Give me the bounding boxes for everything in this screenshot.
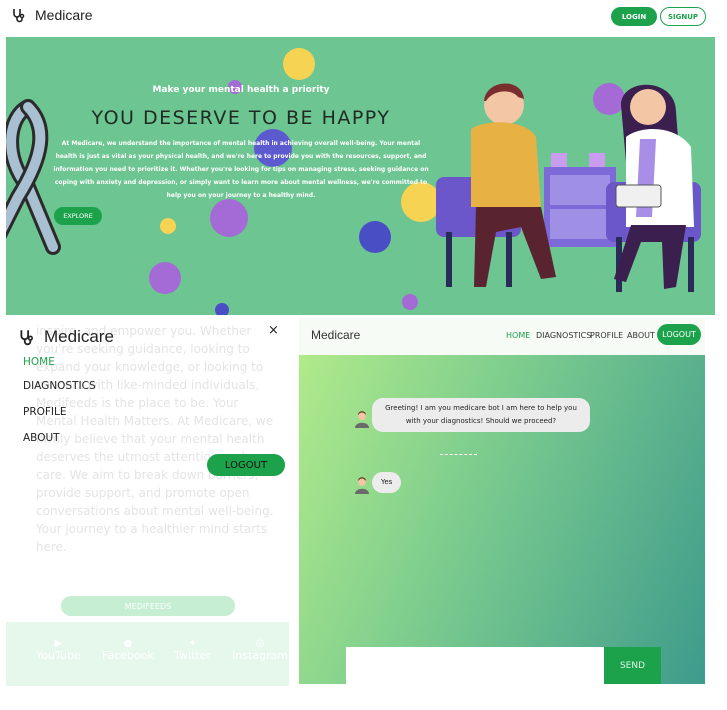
user-avatar-icon	[355, 477, 369, 494]
brand-logo[interactable]: Medicare	[11, 7, 93, 23]
facebook-icon: ●	[123, 638, 133, 649]
decor-dot	[149, 262, 181, 294]
decor-dot	[359, 221, 391, 253]
explore-button[interactable]: EXPLORE	[54, 207, 102, 225]
medifeeds-button: MEDIFEEDS	[61, 596, 235, 616]
chat-navbar: Medicare HOME DIAGNOSTICS PROFILE ABOUT …	[299, 318, 705, 355]
counseling-illustration	[436, 83, 701, 292]
decor-dot	[210, 199, 248, 237]
chat-panel: Medicare HOME DIAGNOSTICS PROFILE ABOUT …	[299, 318, 705, 684]
mobile-menu-panel: inspire, and empower you. Whether you're…	[6, 318, 289, 686]
close-menu-icon[interactable]: ×	[268, 323, 279, 338]
send-button[interactable]: SEND	[604, 647, 661, 684]
hero-subtitle: Make your mental health a priority	[152, 85, 330, 95]
chat-brand[interactable]: Medicare	[311, 328, 360, 342]
signup-button[interactable]: SIGNUP	[660, 7, 706, 26]
stethoscope-icon	[13, 9, 25, 23]
nav-about[interactable]: ABOUT	[627, 331, 655, 340]
faded-background-text: inspire, and empower you. Whether you're…	[36, 324, 274, 554]
bot-avatar-icon	[355, 411, 369, 428]
brand-name: Medicare	[35, 7, 93, 23]
message-divider	[440, 454, 477, 455]
instagram-icon: ◎	[255, 638, 265, 649]
logout-button[interactable]: LOGOUT	[657, 324, 701, 345]
menu-item-home[interactable]: HOME	[23, 356, 55, 368]
chat-input[interactable]	[346, 647, 604, 684]
nav-diagnostics[interactable]: DIAGNOSTICS	[536, 331, 591, 340]
user-message: Yes	[372, 472, 402, 493]
youtube-icon: ▶	[54, 638, 63, 649]
stethoscope-icon	[20, 330, 33, 346]
decor-dot	[215, 303, 229, 315]
footer-facebook: ● Facebook	[102, 638, 154, 662]
hero-banner: Make your mental health a priority YOU D…	[6, 37, 715, 315]
menu-brand[interactable]: Medicare	[18, 327, 114, 347]
hero-description: At Medicare, we understand the importanc…	[53, 140, 429, 199]
twitter-icon: ✦	[188, 638, 197, 649]
nav-home[interactable]: HOME	[506, 331, 530, 340]
decor-dot	[283, 48, 315, 80]
menu-item-about[interactable]: ABOUT	[23, 432, 60, 444]
faded-footer: ▶ YouTube ● Facebook ✦ Twitter ◎ Instagr…	[6, 622, 289, 686]
hero-title: YOU DESERVE TO BE HAPPY	[91, 107, 391, 129]
footer-twitter: ✦ Twitter	[174, 638, 211, 662]
menu-brand-name: Medicare	[44, 327, 114, 346]
menu-item-profile[interactable]: PROFILE	[23, 406, 67, 418]
decor-dot	[402, 294, 418, 310]
footer-youtube: ▶ YouTube	[36, 638, 81, 662]
decor-dot	[160, 218, 176, 234]
logout-button[interactable]: LOGOUT	[207, 454, 285, 476]
bot-message: Greeting! I am you medicare bot I am her…	[372, 398, 590, 432]
menu-item-diagnostics[interactable]: DIAGNOSTICS	[23, 380, 96, 392]
top-navbar: Medicare LOGIN SIGNUP	[0, 0, 727, 34]
login-button[interactable]: LOGIN	[611, 7, 657, 26]
footer-instagram: ◎ Instagram	[232, 638, 288, 662]
nav-profile[interactable]: PROFILE	[590, 331, 623, 340]
